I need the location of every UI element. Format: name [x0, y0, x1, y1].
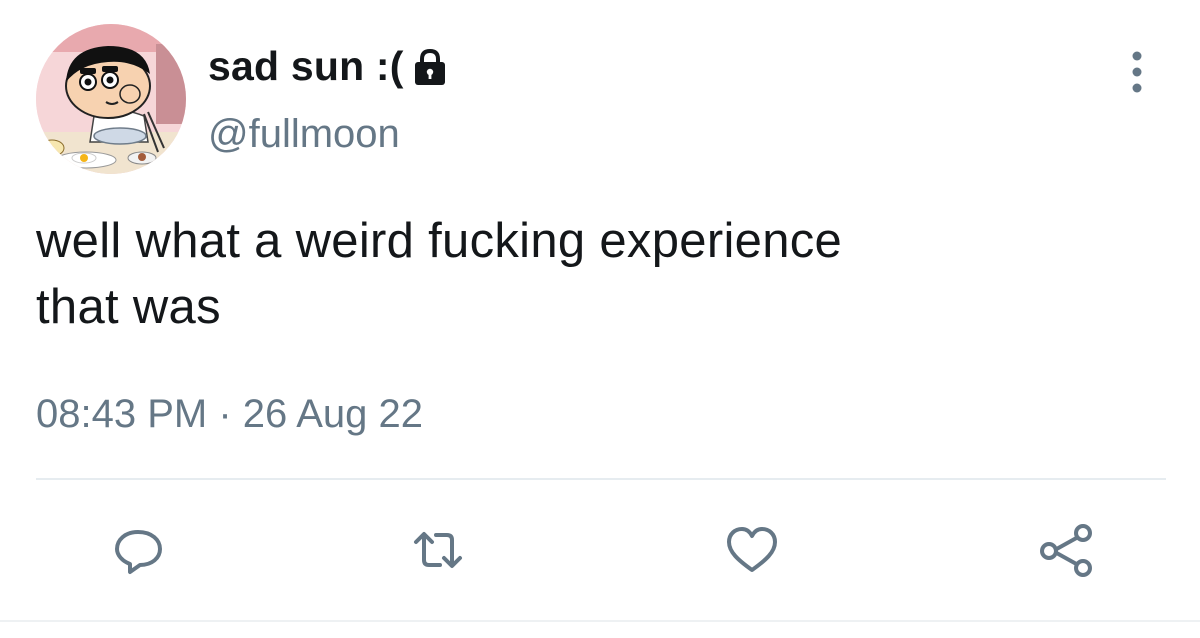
retweet-icon: [414, 532, 462, 568]
tweet-date: 26 Aug 22: [242, 392, 423, 436]
reply-button[interactable]: [108, 520, 168, 580]
divider: [36, 478, 1166, 480]
tweet-timestamp[interactable]: 08:43 PM · 26 Aug 22: [36, 392, 423, 437]
tweet-text: well what a weird fucking experience tha…: [36, 214, 843, 334]
heart-icon: [727, 527, 777, 572]
tweet-time: 08:43 PM: [36, 392, 208, 436]
user-handle[interactable]: @fullmoon: [208, 112, 400, 157]
retweet-button[interactable]: [408, 520, 468, 580]
like-button[interactable]: [722, 520, 782, 580]
display-name-row: sad sun :(: [208, 38, 450, 94]
avatar[interactable]: [36, 24, 186, 174]
lock-icon: [410, 47, 450, 87]
more-options-icon[interactable]: [1120, 48, 1154, 96]
share-icon: [1040, 524, 1092, 577]
display-name[interactable]: sad sun :(: [208, 43, 404, 90]
share-button[interactable]: [1036, 520, 1096, 580]
timestamp-separator: ·: [218, 392, 232, 436]
bottom-border: [0, 620, 1200, 622]
tweet-card: sad sun :( @fullmoon well what a weird f…: [0, 0, 1200, 638]
cartoon-boy-eating-avatar: [36, 24, 186, 174]
reply-icon: [115, 530, 162, 574]
